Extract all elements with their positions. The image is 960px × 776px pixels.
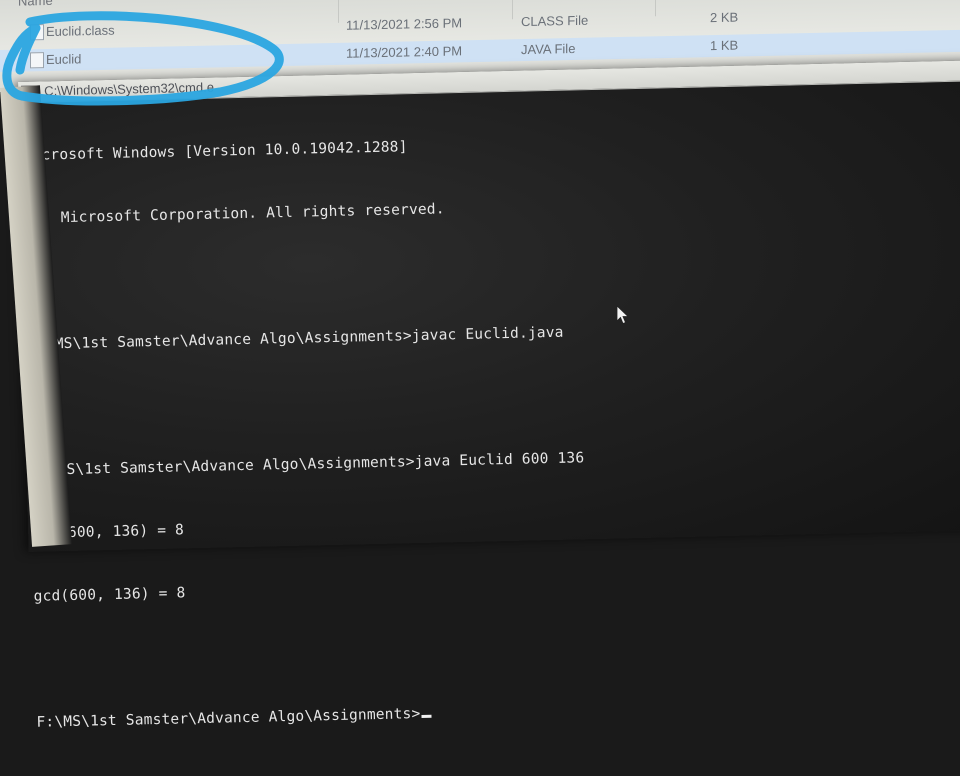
file-date: 11/13/2021 2:40 PM	[346, 43, 463, 61]
command-prompt-window[interactable]: C:\Windows\System32\cmd.e Microsoft Wind…	[18, 60, 960, 731]
file-date: 11/13/2021 2:56 PM	[346, 15, 463, 33]
file-icon	[30, 24, 44, 41]
console-line: F:\MS\1st Samster\Advance Algo\Assignmen…	[30, 450, 585, 479]
file-type: CLASS File	[521, 12, 589, 30]
file-icon	[30, 52, 44, 69]
console-line: gcd(600, 136) = 8	[33, 585, 186, 605]
console-output[interactable]: Microsoft Windows [Version 10.0.19042.12…	[22, 91, 591, 775]
mouse-pointer-icon	[616, 305, 629, 325]
console-prompt: F:\MS\1st Samster\Advance Algo\Assignmen…	[36, 706, 421, 731]
console-line: (c) Microsoft Corporation. All rights re…	[24, 201, 445, 227]
file-size: 1 KB	[710, 37, 739, 54]
console-prompt-line[interactable]: F:\MS\1st Samster\Advance Algo\Assignmen…	[36, 700, 590, 734]
file-name: Euclid.class	[46, 22, 115, 40]
console-title: C:\Windows\System32\cmd.e	[44, 79, 215, 99]
console-line: Microsoft Windows [Version 10.0.19042.12…	[23, 139, 408, 164]
file-size: 2 KB	[710, 9, 739, 26]
column-header-name[interactable]: Name	[18, 0, 53, 9]
text-cursor	[421, 714, 432, 719]
file-name: Euclid	[46, 51, 82, 68]
console-line: F:\MS\1st Samster\Advance Algo\Assignmen…	[27, 324, 564, 353]
file-type: JAVA File	[521, 40, 576, 58]
